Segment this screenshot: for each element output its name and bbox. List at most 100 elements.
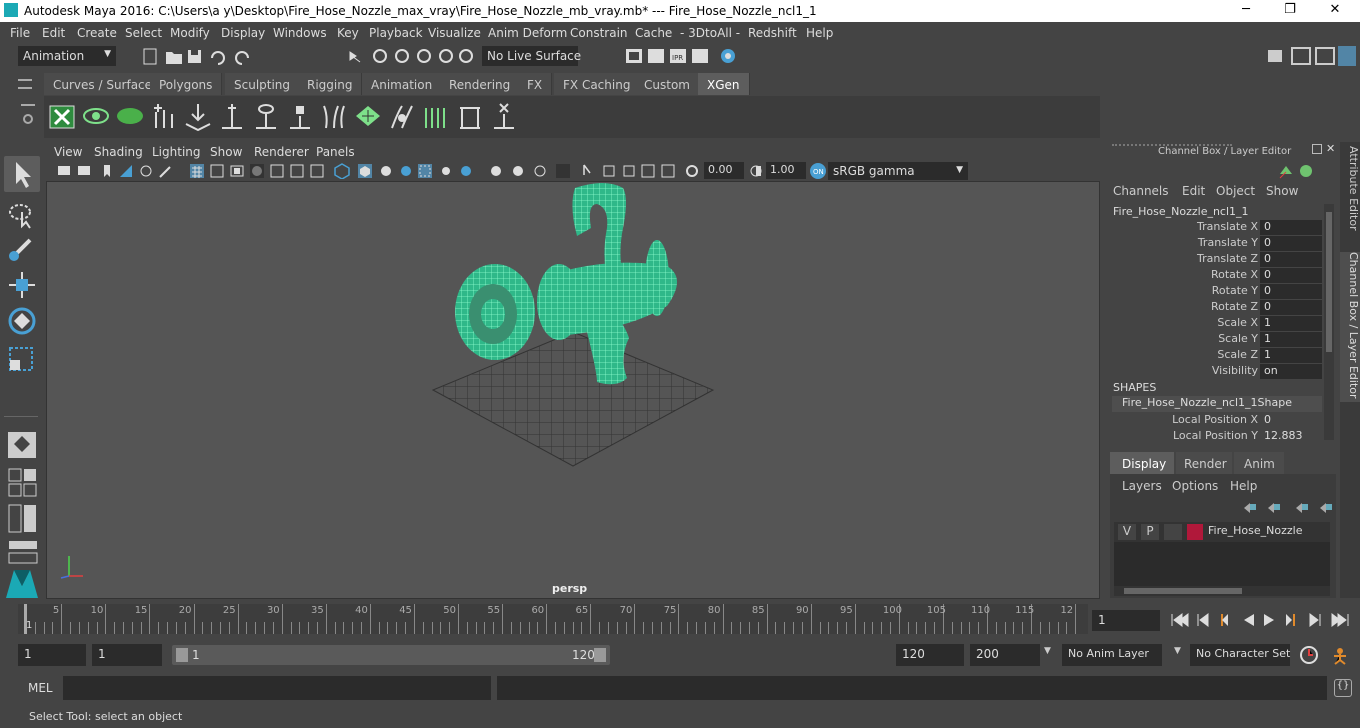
xgen-editor-icon[interactable] [48,100,76,132]
anim-layer-field[interactable]: No Anim Layer [1062,644,1162,666]
edit-menu[interactable]: Edit [1182,184,1205,198]
menu-file[interactable]: File [10,26,30,40]
layer-playback-toggle[interactable]: P [1141,524,1159,540]
paint-select-icon[interactable] [6,234,38,264]
tab-rigging[interactable]: Rigging [298,73,363,95]
tab-sculpting[interactable]: Sculpting [225,73,301,95]
chevron-down-icon[interactable]: ▼ [1174,646,1181,656]
channel-label[interactable]: Scale X [1217,316,1258,329]
mel-input[interactable] [63,676,491,700]
exposure-field[interactable]: 0.00 [704,162,744,179]
channel-value-field[interactable]: 0 [1260,236,1322,251]
layer-name[interactable]: Fire_Hose_Nozzle [1208,524,1302,537]
tab-polygons[interactable]: Polygons [150,73,223,95]
menuset-dropdown[interactable]: Animation ▼ [18,46,116,66]
time-slider[interactable]: 5 10 15 20 25 30 35 40 45 50 55 60 65 70 75 80 85 90 95 100… [18,604,1088,634]
menu-key[interactable]: Key [337,26,359,40]
tab-channel-box[interactable]: Channel Box / Layer Editor [1340,252,1360,402]
xgen-guide-down-icon[interactable] [184,100,212,132]
range-slider[interactable]: 1 120 [172,645,610,665]
render-icons[interactable]: IPR [620,46,750,68]
menu-anim-deform[interactable]: Anim Deform [488,26,567,40]
single-perspective-layout-icon[interactable] [6,430,38,460]
menu-redshift[interactable]: Redshift [748,26,797,40]
xgen-add-guide-icon[interactable] [150,100,178,132]
xgen-guide-visibility-icon[interactable] [252,100,280,132]
persp-outliner-layout-icon[interactable] [8,540,38,564]
maximize-button[interactable]: ❐ [1280,2,1300,20]
channel-label[interactable]: Scale Y [1218,332,1258,345]
tab-custom[interactable]: Custom [635,73,700,95]
tab-render-layers[interactable]: Render [1176,452,1232,474]
menu-display[interactable]: Display [221,26,265,40]
xgen-cut-icon[interactable] [456,100,484,132]
xgen-preview-icon[interactable] [82,100,110,132]
channel-label[interactable]: Translate X [1197,220,1258,233]
channel-value-field[interactable]: on [1260,364,1322,379]
channel-label[interactable]: Rotate Z [1211,300,1258,313]
viewport-menu-panels[interactable]: Panels [316,145,355,159]
help-menu[interactable]: Help [1230,479,1257,493]
playback-start-field[interactable]: 1 [92,644,162,666]
select-tool-button[interactable] [4,156,40,192]
xgen-create-guide-icon[interactable] [218,100,246,132]
channels-menu[interactable]: Channels [1113,184,1169,198]
color-space-dropdown[interactable]: sRGB gamma ▼ [828,162,968,180]
menu-playback[interactable]: Playback [369,26,423,40]
channel-value-field[interactable]: 0 [1260,220,1322,235]
channel-label[interactable]: Scale Z [1217,348,1258,361]
tab-rendering[interactable]: Rendering [440,73,521,95]
channel-value-field[interactable]: 1 [1260,316,1322,331]
workspace-icons[interactable] [1262,44,1358,68]
four-view-layout-icon[interactable] [8,468,38,498]
current-frame-field[interactable]: 1 [1092,610,1160,631]
channel-value-field[interactable]: 0 [1260,252,1322,267]
menu-windows[interactable]: Windows [273,26,327,40]
channel-value-field[interactable]: 0 [1260,300,1322,315]
xgen-delete-guide-icon[interactable] [490,100,518,132]
layer-action-icons[interactable] [1240,500,1336,514]
viewport-menu-renderer[interactable]: Renderer [254,145,309,159]
move-tool-icon[interactable] [6,270,38,300]
viewport-menu-view[interactable]: View [54,145,82,159]
side-by-side-layout-icon[interactable] [8,504,38,534]
tab-attribute-editor[interactable]: Attribute Editor [1340,146,1360,242]
layer-type-toggle[interactable] [1164,524,1182,540]
channel-box-scrollbar[interactable] [1324,204,1334,440]
live-surface-field[interactable]: No Live Surface [482,46,581,66]
close-button[interactable]: ✕ [1325,2,1345,20]
shape-name[interactable]: Fire_Hose_Nozzle_ncl1_1Shape [1112,396,1322,412]
shape-channel-value[interactable]: 12.883 [1260,429,1322,444]
channel-label[interactable]: Translate Y [1198,236,1258,249]
xgen-guides-icon[interactable] [320,100,348,132]
chevron-down-icon[interactable]: ▼ [1044,646,1051,656]
scale-tool-icon[interactable] [6,344,38,374]
layer-visibility-toggle[interactable]: V [1118,524,1136,540]
object-name[interactable]: Fire_Hose_Nozzle_ncl1_1 [1113,205,1249,218]
layer-hscrollbar[interactable] [1114,586,1330,596]
playback-controls[interactable] [1166,610,1358,630]
range-end-handle[interactable] [594,648,606,662]
minimize-button[interactable]: ─ [1236,2,1256,20]
tab-fx-caching[interactable]: FX Caching [554,73,641,95]
shelf-menu-icon[interactable] [18,79,32,89]
channel-value-field[interactable]: 0 [1260,284,1322,299]
channel-value-field[interactable]: 0 [1260,268,1322,283]
xgen-sculpt-icon[interactable] [388,100,416,132]
shelf-options-icon[interactable] [18,100,38,134]
tab-anim-layers[interactable]: Anim [1234,452,1284,474]
tab-xgen[interactable]: XGen [698,73,750,95]
channel-label[interactable]: Translate Z [1197,252,1258,265]
layer-color-swatch[interactable] [1187,524,1203,540]
perspective-viewport[interactable] [46,181,1100,599]
channel-value-field[interactable]: 1 [1260,348,1322,363]
show-menu[interactable]: Show [1266,184,1298,198]
menu-cache[interactable]: Cache [635,26,672,40]
playback-end-field[interactable]: 120 [896,644,964,666]
shape-channel-value[interactable]: 0 [1260,413,1322,428]
layers-menu[interactable]: Layers [1122,479,1162,493]
viewport-toolbar-icons[interactable] [56,163,706,179]
rotate-tool-icon[interactable] [6,306,38,336]
menu-constrain[interactable]: Constrain [570,26,628,40]
character-set-field[interactable]: No Character Set [1190,644,1290,666]
